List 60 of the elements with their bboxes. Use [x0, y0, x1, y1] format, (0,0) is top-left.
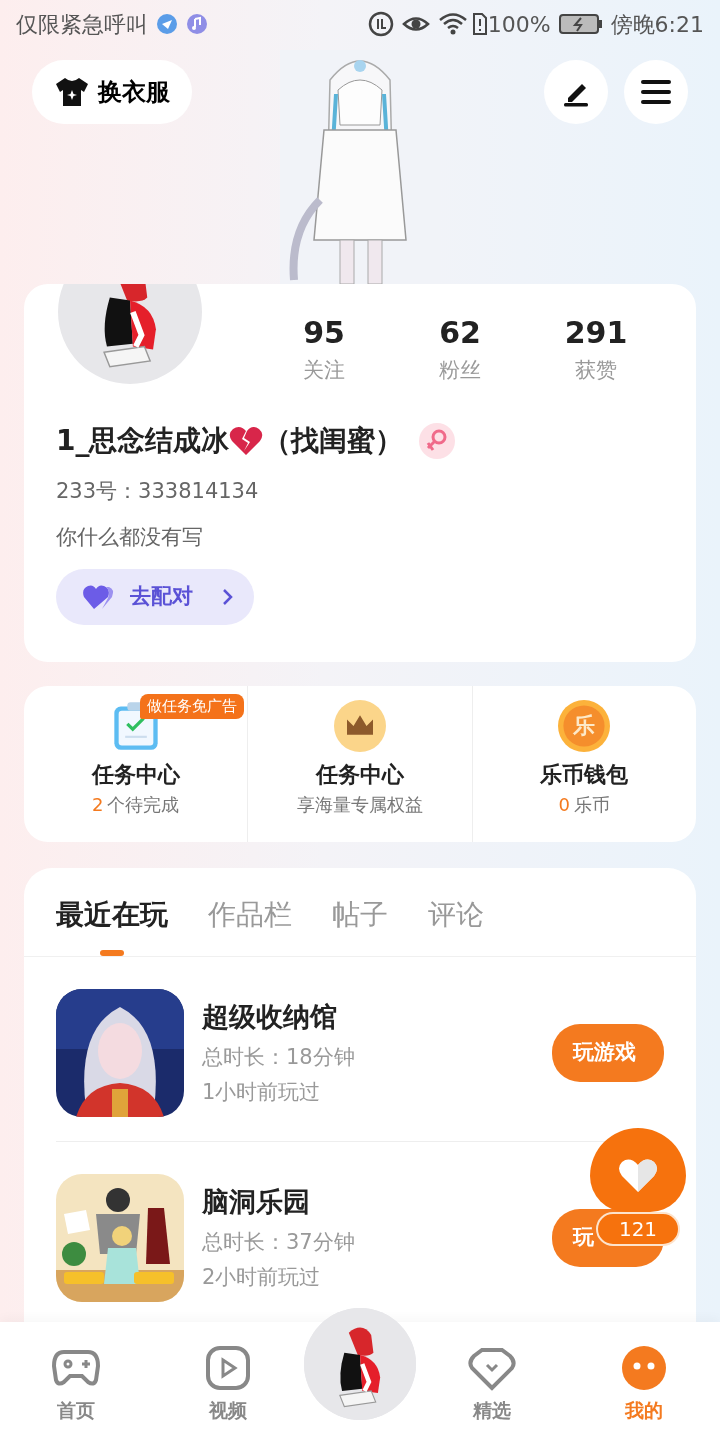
- music-icon: [186, 13, 208, 35]
- nav-tab[interactable]: 视频: [152, 1322, 304, 1426]
- profile-tab[interactable]: 帖子: [332, 894, 388, 956]
- chevron-right-icon: [221, 587, 235, 607]
- stat-value: 291: [564, 314, 628, 352]
- username-note: （找闺蜜）: [263, 423, 404, 459]
- stat-label: 获赞: [575, 357, 617, 384]
- task-title: 任务中心: [316, 761, 404, 789]
- stat-label: 关注: [303, 357, 345, 384]
- nav-tab[interactable]: 首页: [0, 1322, 152, 1426]
- task-count: 2: [91, 794, 104, 815]
- play-duration: 总时长：18分钟: [202, 1043, 356, 1071]
- data-saver-icon: [367, 11, 394, 37]
- clock-text: 傍晚6:21: [610, 10, 704, 39]
- last-played: 1小时前玩过: [202, 1079, 322, 1107]
- bio-text: 你什么都没有写: [56, 523, 204, 551]
- match-button[interactable]: 去配对: [56, 569, 254, 625]
- outfit-button[interactable]: 换衣服: [32, 60, 192, 124]
- sim-icon: [471, 12, 488, 36]
- task-entry[interactable]: 任务中心 享海量专属权益: [247, 686, 472, 842]
- shirt-icon: [54, 76, 90, 108]
- location-icon: [156, 13, 178, 35]
- account-id: 233号：333814134: [56, 478, 260, 505]
- profile-tab[interactable]: 最近在玩: [56, 894, 168, 956]
- like-count: 121: [596, 1212, 680, 1246]
- face-icon: [620, 1344, 668, 1392]
- battery-icon: [558, 13, 603, 35]
- task-subtitle: 个待完成: [107, 794, 180, 815]
- nav-tab[interactable]: 我的: [568, 1322, 720, 1426]
- stat-value: 62: [439, 314, 481, 352]
- stat-label: 粉丝: [439, 357, 481, 384]
- task-subtitle: 乐币: [574, 794, 611, 815]
- game-title: 超级收纳馆: [202, 1000, 338, 1035]
- carrier-text: 仅限紧急呼叫: [16, 10, 148, 39]
- menu-icon: [640, 78, 672, 106]
- task-entry[interactable]: 乐 乐币钱包 0 乐币: [471, 686, 696, 842]
- coin-icon: [558, 700, 611, 752]
- play-icon: [204, 1344, 252, 1392]
- nav-tab[interactable]: 精选: [416, 1322, 568, 1426]
- broken-heart-icon: [229, 425, 264, 457]
- heart-icon: [618, 1158, 658, 1194]
- hearts-icon: [82, 583, 116, 611]
- profile-tab[interactable]: 评论: [428, 894, 484, 956]
- task-subtitle: 享海量专属权益: [297, 794, 423, 815]
- stat-value: 95: [303, 314, 345, 352]
- play-duration: 总时长：37分钟: [202, 1228, 356, 1256]
- username: 1_思念结成冰: [56, 423, 230, 459]
- profile-tab[interactable]: 作品栏: [208, 894, 292, 956]
- task-title: 任务中心: [91, 761, 180, 789]
- battery-text: 100%: [487, 10, 551, 39]
- wifi-icon: [437, 12, 468, 36]
- task-badge: 做任务免广告: [140, 694, 244, 719]
- game-title: 脑洞乐园: [202, 1185, 311, 1220]
- task-title: 乐币钱包: [540, 761, 629, 789]
- task-count: 0: [558, 794, 571, 815]
- play-button[interactable]: 玩游戏: [552, 1024, 664, 1082]
- last-played: 2小时前玩过: [202, 1264, 322, 1292]
- task-entry[interactable]: 做任务免广告 任务中心 2 个待完成: [24, 686, 248, 842]
- coin-label: 乐: [572, 713, 597, 739]
- crown-icon: [334, 700, 386, 752]
